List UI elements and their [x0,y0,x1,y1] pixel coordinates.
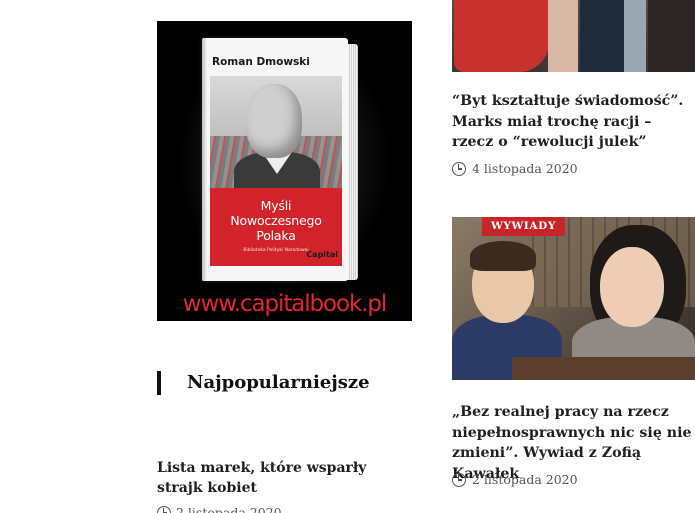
photo-figure [600,247,664,327]
clock-icon [452,472,466,487]
article-title-link[interactable]: “Byt kształtuje świadomość”. Marks miał … [452,91,695,153]
photo-figure [470,241,536,271]
category-badge[interactable]: WYWIADY [482,217,565,236]
article-thumbnail[interactable] [452,0,695,72]
date-text: 2 listopada 2020 [176,505,282,513]
book-title-line: Nowoczesnego [230,213,322,228]
clock-icon [157,505,171,513]
date-text: 4 listopada 2020 [472,161,578,176]
capitalbook-ad-banner[interactable]: Roman Dmowski Myśli Nowoczesnego Polaka … [157,21,412,321]
popular-section-header: Najpopularniejsze [157,371,412,395]
photo-table [512,357,695,380]
popular-article-title-link[interactable]: Lista marek, które wsparły strajk kobiet [157,458,412,498]
book-portrait-photo [210,76,342,200]
photo-figure [648,0,695,72]
popular-article-date: 2 listopada 2020 [157,505,282,513]
book-title: Myśli Nowoczesnego Polaka [210,198,342,243]
section-title: Najpopularniejsze [187,372,370,393]
date-text: 2 listopada 2020 [472,472,578,487]
book-cover-image: Roman Dmowski Myśli Nowoczesnego Polaka … [202,38,358,281]
book-title-line: Polaka [256,228,296,243]
photo-figure [548,0,578,72]
book-author: Roman Dmowski [212,56,310,68]
ad-url: www.capitalbook.pl [182,291,388,317]
article-date: 4 listopada 2020 [452,161,578,176]
section-accent-bar [157,371,161,395]
book-cover: Roman Dmowski Myśli Nowoczesnego Polaka … [202,38,348,281]
article-date: 2 listopada 2020 [452,472,578,487]
photo-figure [624,0,646,72]
book-spine [202,38,207,281]
clock-icon [452,161,466,176]
photo-figure [580,0,624,72]
publisher-logo: Capital [306,250,338,259]
portrait-head [246,84,302,158]
book-title-line: Myśli [260,198,292,213]
article-thumbnail[interactable] [452,217,695,380]
photo-figure [454,0,549,72]
